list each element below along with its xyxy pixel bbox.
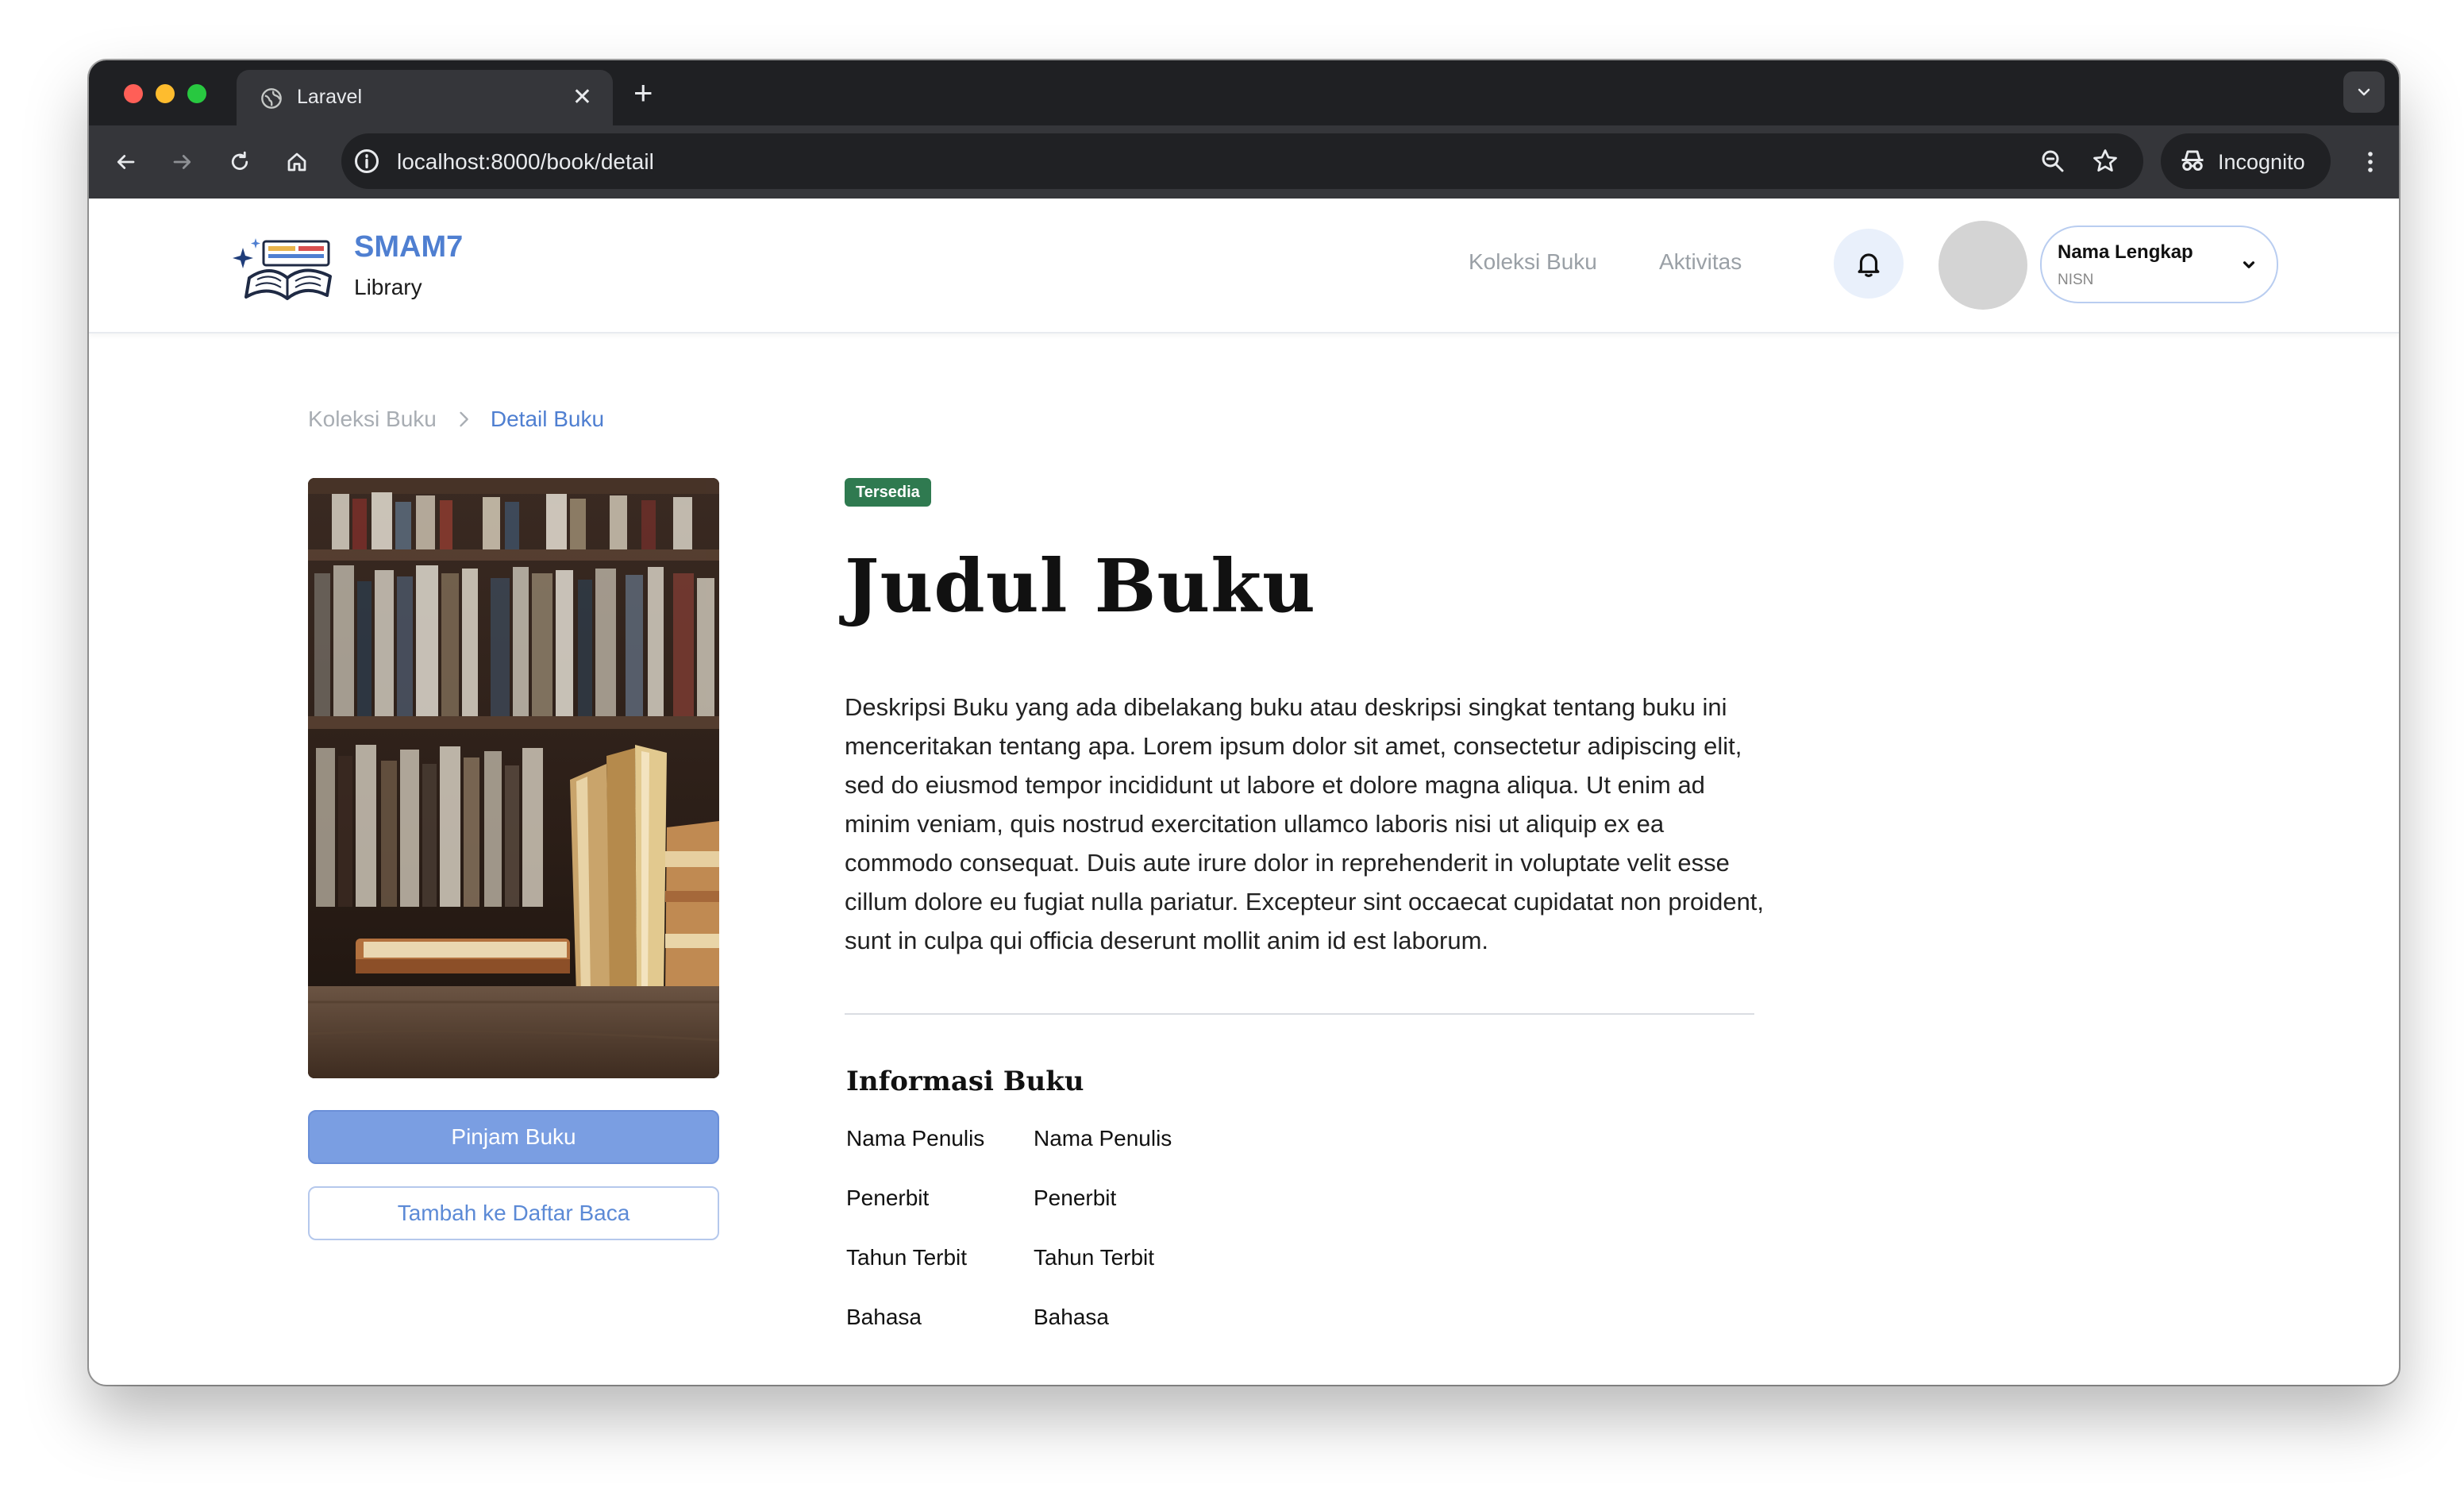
incognito-indicator[interactable]: Incognito	[2161, 133, 2331, 189]
minimize-window-button[interactable]	[156, 84, 175, 103]
zoom-icon[interactable]	[2039, 147, 2067, 175]
tab-strip: Laravel ✕ +	[89, 60, 2399, 125]
forward-icon	[173, 155, 191, 169]
info-label: Bahasa	[846, 1305, 922, 1329]
chevron-right-icon	[460, 411, 468, 427]
brand-title: SMAM7	[354, 230, 464, 264]
back-icon	[117, 155, 135, 169]
incognito-icon	[2181, 150, 2204, 171]
info-value: Penerbit	[1034, 1185, 1117, 1210]
globe-icon	[261, 88, 282, 109]
browser-toolbar: localhost:8000/book/detail Incognito	[89, 125, 2399, 199]
chevron-down-icon	[2243, 261, 2255, 268]
add-to-reading-list-button[interactable]: Tambah ke Daftar Baca	[308, 1186, 719, 1240]
info-value: Tahun Terbit	[1034, 1245, 1155, 1270]
info-label: Nama Penulis	[846, 1126, 985, 1151]
brand-subtitle: Library	[354, 275, 422, 299]
home-button[interactable]	[278, 143, 316, 181]
info-value: Nama Penulis	[1034, 1126, 1172, 1151]
nav-aktivitas[interactable]: Aktivitas	[1659, 249, 1742, 275]
star-icon[interactable]	[2091, 147, 2119, 175]
info-label: Penerbit	[846, 1185, 930, 1210]
info-value: Bahasa	[1034, 1305, 1109, 1329]
profile-name: Nama Lengkap	[2058, 241, 2193, 263]
divider	[845, 1013, 1754, 1015]
library-logo[interactable]	[232, 233, 340, 305]
forward-button[interactable]	[164, 143, 202, 181]
url-text[interactable]: localhost:8000/book/detail	[397, 149, 654, 175]
site-header: SMAM7 Library Koleksi Buku Aktivitas Nam…	[89, 199, 2399, 333]
plus-icon[interactable]: +	[633, 73, 653, 113]
borrow-button[interactable]: Pinjam Buku	[308, 1110, 719, 1164]
tab-search-button[interactable]	[2343, 71, 2385, 113]
back-button[interactable]	[106, 143, 144, 181]
breadcrumb-detail-buku: Detail Buku	[490, 407, 605, 431]
book-cover-image	[308, 478, 719, 1078]
close-window-button[interactable]	[124, 84, 143, 103]
close-icon[interactable]: ✕	[572, 83, 592, 112]
status-badge: Tersedia	[845, 478, 931, 507]
profile-dropdown[interactable]: Nama Lengkap NISN	[2040, 226, 2278, 303]
tab-title: Laravel	[297, 86, 362, 108]
address-bar[interactable]: localhost:8000/book/detail	[341, 133, 2143, 189]
book-description: Deskripsi Buku yang ada dibelakang buku …	[845, 693, 1765, 954]
browser-window: Laravel ✕ + localhost:8000/book/detail I…	[89, 60, 2399, 1385]
kebab-icon	[2368, 152, 2373, 172]
avatar[interactable]	[1938, 221, 2027, 310]
bell-icon	[1858, 253, 1880, 278]
breadcrumb-koleksi-buku[interactable]: Koleksi Buku	[308, 407, 437, 432]
info-section-title: Informasi Buku	[846, 1066, 1084, 1097]
breadcrumb: Koleksi Buku Detail Buku	[308, 407, 604, 432]
browser-menu-button[interactable]	[2356, 143, 2385, 181]
chevron-down-icon	[2358, 88, 2370, 96]
notification-button[interactable]	[1834, 229, 1904, 299]
info-label: Tahun Terbit	[846, 1245, 968, 1270]
maximize-window-button[interactable]	[187, 84, 206, 103]
browser-tab[interactable]: Laravel ✕	[237, 70, 613, 125]
incognito-label: Incognito	[2218, 150, 2305, 174]
nav-koleksi-buku[interactable]: Koleksi Buku	[1469, 249, 1597, 275]
reload-button[interactable]	[221, 143, 259, 181]
home-icon	[287, 152, 306, 172]
book-title: Judul Buku	[845, 543, 1316, 629]
reload-icon	[231, 151, 248, 170]
profile-nisn: NISN	[2058, 272, 2094, 288]
info-icon[interactable]	[352, 147, 381, 175]
